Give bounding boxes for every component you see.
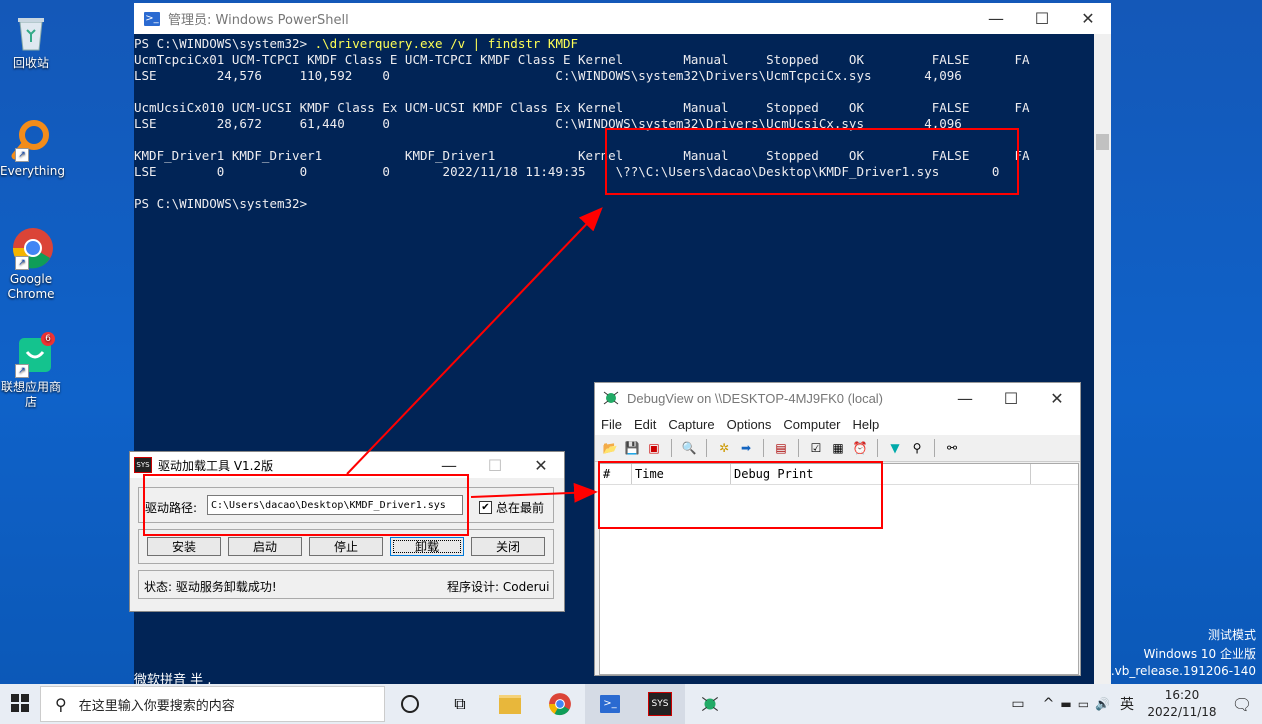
tray-battery-icon[interactable]: ▭ bbox=[1078, 697, 1089, 711]
search-icon: ⚲ bbox=[55, 694, 67, 714]
input-language-indicator[interactable]: 英 bbox=[1120, 694, 1134, 714]
tray-app-icon[interactable]: ▭ bbox=[1011, 696, 1024, 712]
powershell-icon: >_ bbox=[600, 695, 620, 713]
search-placeholder: 在这里输入你要搜索的内容 bbox=[78, 698, 235, 714]
sys-icon: SYS bbox=[648, 692, 672, 716]
notification-icon[interactable]: 🗨 bbox=[1222, 695, 1262, 714]
task-view-button[interactable]: ⧉ bbox=[435, 684, 485, 724]
taskbar-search-box[interactable]: ⚲ 在这里输入你要搜索的内容 bbox=[40, 686, 385, 722]
taskbar-debugview[interactable] bbox=[685, 684, 735, 724]
folder-icon bbox=[499, 694, 521, 714]
clock-time: 16:20 bbox=[1164, 688, 1200, 702]
taskbar-file-explorer[interactable] bbox=[485, 684, 535, 724]
windows-logo-icon bbox=[11, 693, 29, 712]
taskbar-chrome[interactable] bbox=[535, 684, 585, 724]
clock-date: 2022/11/18 bbox=[1147, 705, 1217, 719]
tray-chevron-up-icon[interactable]: ^ bbox=[1043, 696, 1055, 712]
cortana-button[interactable] bbox=[385, 684, 435, 724]
taskbar-powershell[interactable]: >_ bbox=[585, 684, 635, 724]
taskbar-driver-loader[interactable]: SYS bbox=[635, 684, 685, 724]
debugview-bug-icon bbox=[701, 696, 719, 712]
annotation-arrows bbox=[346, 207, 603, 503]
arrow-to-powershell bbox=[346, 207, 603, 475]
clock[interactable]: 16:20 2022/11/18 bbox=[1142, 687, 1222, 721]
tray-volume-icon[interactable]: 🔊 bbox=[1095, 697, 1110, 711]
task-view-icon: ⧉ bbox=[454, 694, 466, 713]
cortana-circle-icon bbox=[401, 695, 419, 713]
system-tray: ▭ ^ ▬ ▭ 🔊 英 16:20 2022/11/18 🗨 bbox=[1011, 687, 1262, 721]
start-button[interactable] bbox=[0, 693, 40, 715]
tray-network-icon[interactable]: ▬ bbox=[1060, 697, 1071, 711]
taskbar: ⚲ 在这里输入你要搜索的内容 ⧉ >_ SYS ▭ ^ ▬ ▭ 🔊 英 16:2… bbox=[0, 684, 1262, 724]
chrome-icon bbox=[549, 693, 571, 716]
arrow-to-debugview bbox=[470, 482, 598, 503]
